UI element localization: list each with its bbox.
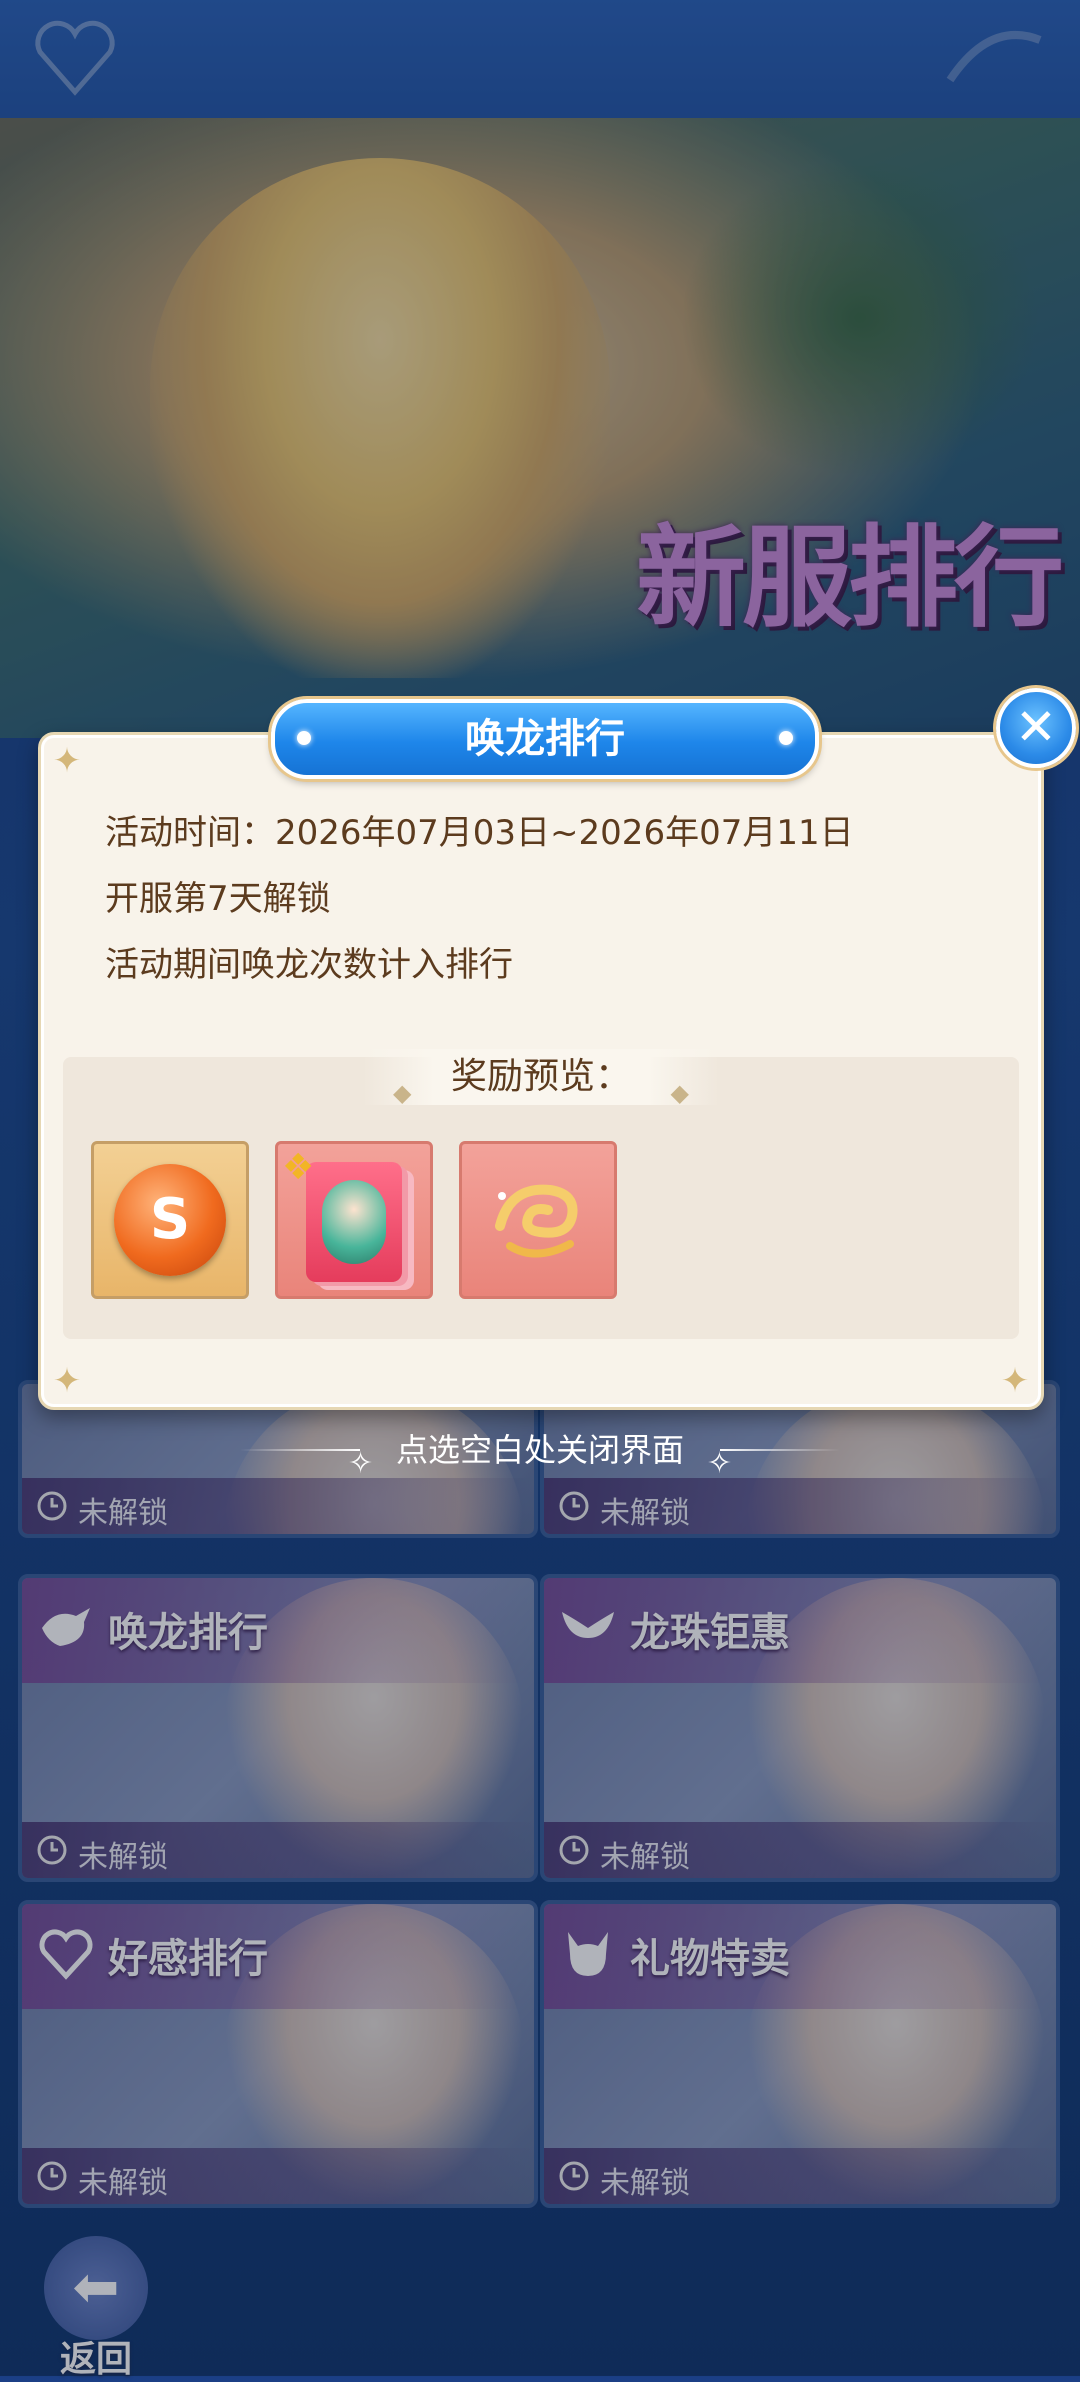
diamond-ornament-icon: ◆ (393, 1079, 412, 1107)
corner-ornament-icon: ✦ (52, 741, 82, 781)
ranking-rule: 活动期间唤龙次数计入排行 (105, 945, 513, 985)
title-dot-icon (297, 731, 311, 745)
corner-ornament-icon: ✦ (1000, 1361, 1030, 1401)
close-icon: ✕ (1015, 698, 1057, 756)
hint-divider (240, 1449, 360, 1451)
close-hint-text: 点选空白处关闭界面 (395, 1431, 684, 1469)
golden-dragon-icon (495, 1184, 578, 1258)
dialog-title: 唤龙排行 (465, 716, 625, 762)
unlock-condition: 开服第7天解锁 (105, 879, 331, 919)
sparkle-icon: ✧ (706, 1446, 732, 1481)
reward-item[interactable]: ❖ (275, 1141, 433, 1299)
reward-item[interactable] (459, 1141, 617, 1299)
event-time: 活动时间：2026年07月03日~2026年07月11日 (105, 813, 854, 853)
reward-label: 奖励预览： (450, 1056, 631, 1097)
corner-ornament-icon: ✦ (52, 1361, 82, 1401)
close-hint: ✧ 点选空白处关闭界面 ✧ (240, 1420, 840, 1481)
dragon-orb-icon: S (114, 1164, 226, 1276)
puzzle-icon: ❖ (282, 1147, 315, 1188)
sparkle-icon: ✧ (348, 1446, 374, 1481)
close-button[interactable]: ✕ (996, 688, 1076, 768)
event-info-dialog: ✦ ✦ ✦ 唤龙排行 活动时间：2026年07月03日~2026年07月11日 … (38, 699, 1044, 1410)
reward-preview: ◆ 奖励预览： ◆ S ❖ (63, 1049, 1019, 1339)
dialog-title-bar: 唤龙排行 (271, 699, 819, 779)
title-dot-icon (779, 731, 793, 745)
diamond-ornament-icon: ◆ (670, 1079, 689, 1107)
reward-item[interactable]: S (91, 1141, 249, 1299)
hint-divider (720, 1449, 840, 1451)
reward-header: ◆ 奖励预览： ◆ (363, 1049, 719, 1107)
